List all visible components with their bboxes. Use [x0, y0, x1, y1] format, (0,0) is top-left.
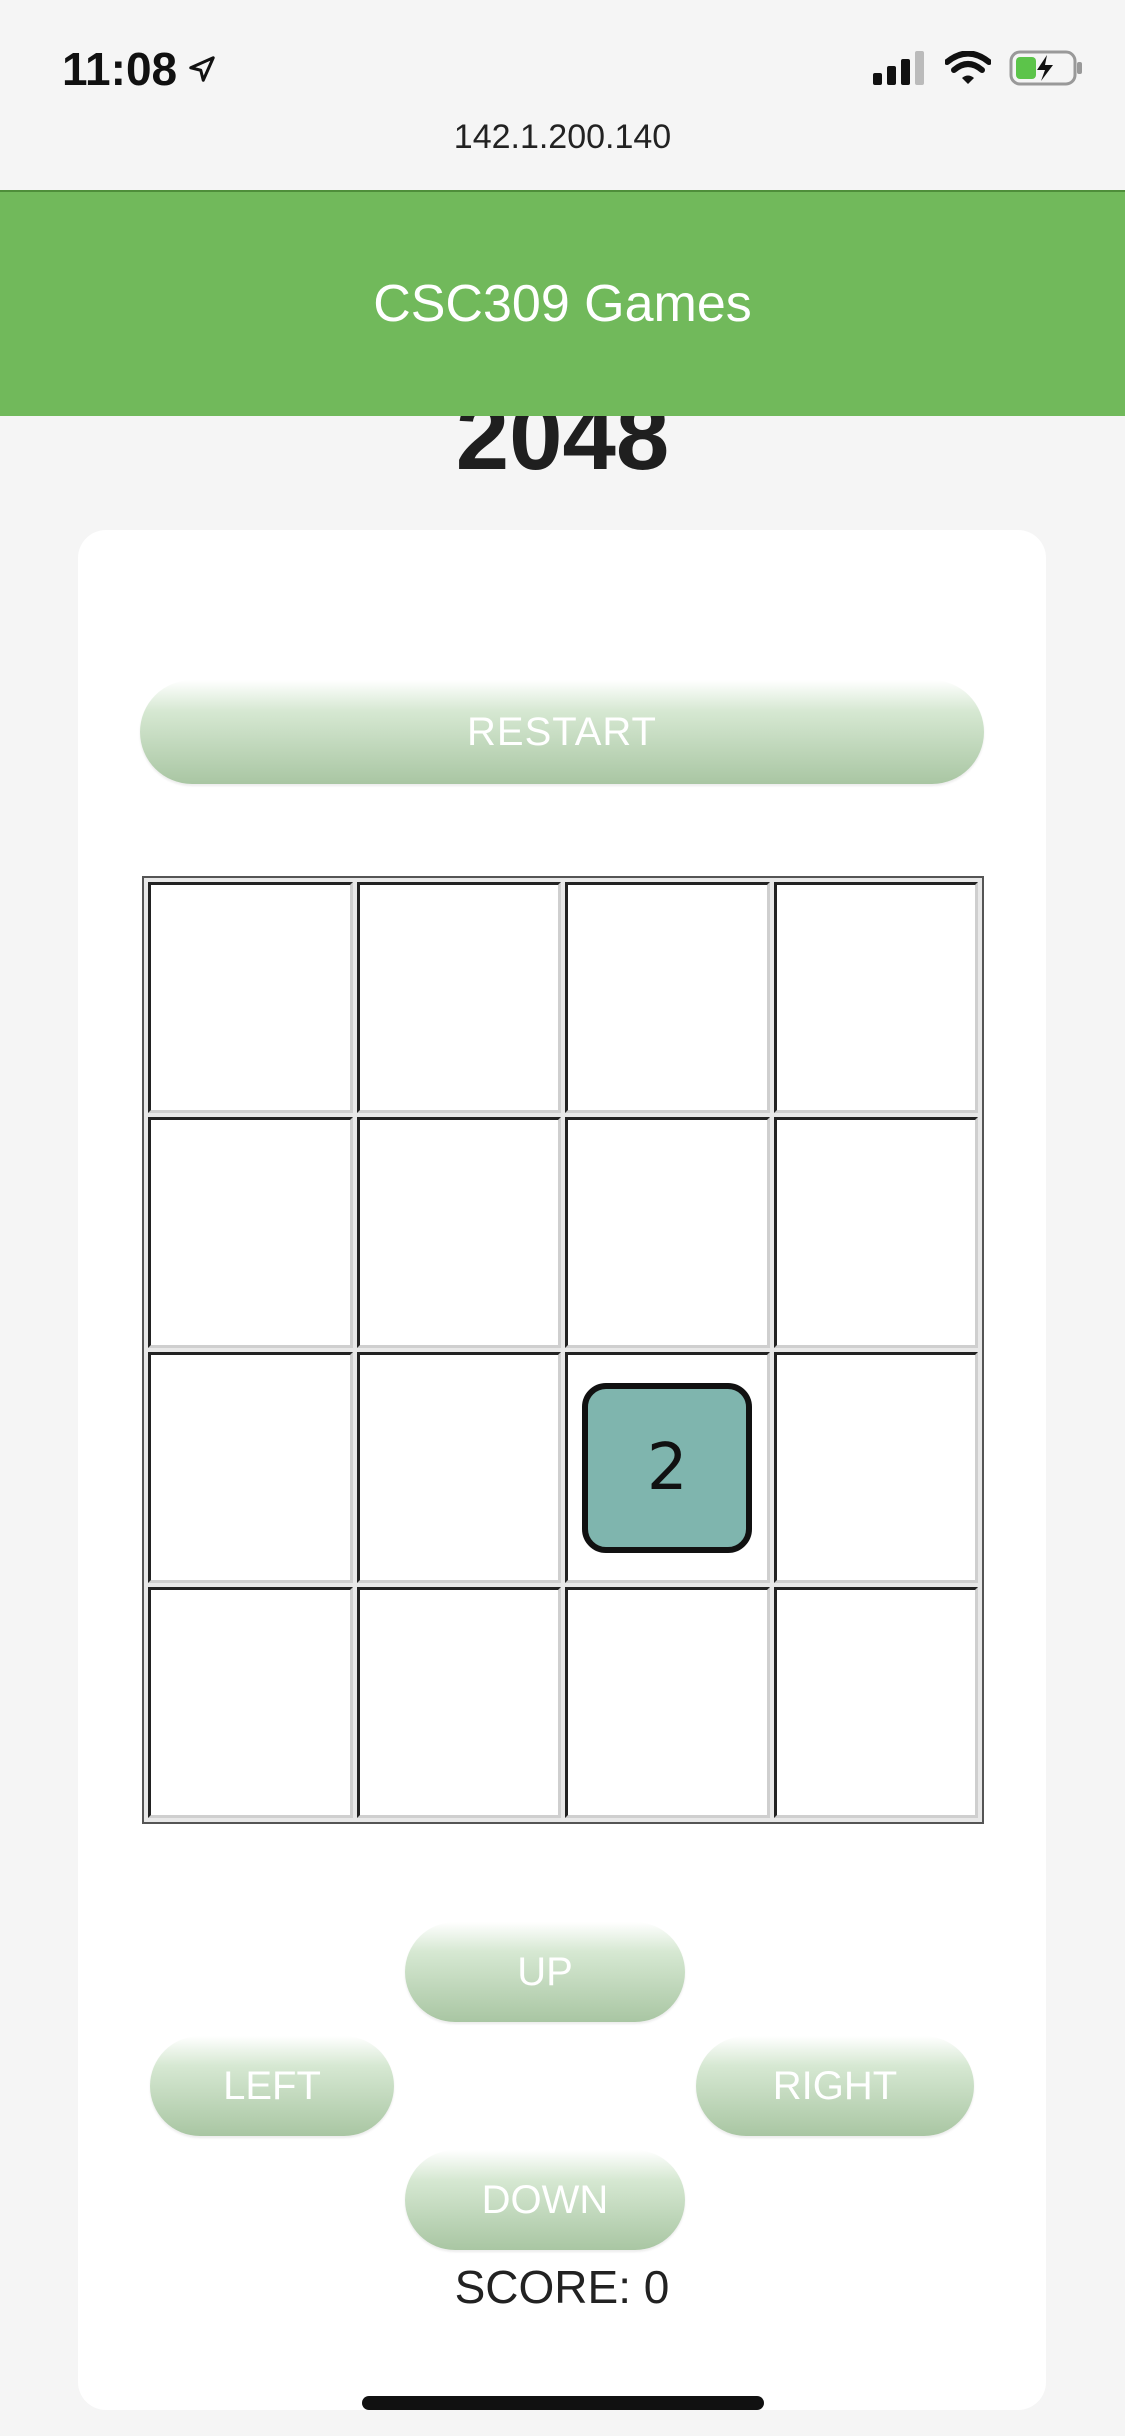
home-indicator	[362, 2396, 764, 2410]
location-arrow-icon	[189, 56, 215, 82]
restart-button[interactable]: RESTART	[140, 680, 984, 784]
tile: 2	[582, 1382, 753, 1553]
game-board: 2	[142, 876, 984, 1824]
battery-charging-icon	[1009, 50, 1082, 86]
board-cell	[148, 882, 353, 1113]
board-cell	[356, 1117, 561, 1348]
app-header-title: CSC309 Games	[373, 275, 752, 333]
wifi-icon	[945, 51, 991, 84]
board-cell	[356, 882, 561, 1113]
status-time: 11:08	[62, 42, 217, 96]
down-button[interactable]: DOWN	[405, 2150, 685, 2250]
status-icons	[873, 50, 1083, 86]
up-button[interactable]: UP	[405, 1922, 685, 2022]
app-header: CSC309 Games	[0, 192, 1125, 416]
board-cell: 2	[565, 1352, 770, 1583]
board-cell	[773, 1117, 978, 1348]
board-cell	[773, 1352, 978, 1583]
game-card: RESTART 2 UP LEFT RIGHT DOWN SCORE: 0	[78, 530, 1046, 2410]
score-label: SCORE: 0	[454, 2261, 670, 2313]
signal-icon	[873, 51, 924, 85]
board-cell	[773, 882, 978, 1113]
board-cell	[773, 1587, 978, 1818]
board-cell	[565, 1587, 770, 1818]
board-cell	[356, 1587, 561, 1818]
board-cell	[148, 1587, 353, 1818]
board-cell	[148, 1117, 353, 1348]
status-time-label: 11:08	[62, 43, 178, 95]
board-cell	[565, 1117, 770, 1348]
status-bar: 11:08 142.1.200.140	[0, 0, 1125, 156]
right-button[interactable]: RIGHT	[696, 2036, 974, 2136]
left-button[interactable]: LEFT	[150, 2036, 394, 2136]
url-bar[interactable]: 142.1.200.140	[0, 118, 1125, 157]
board-cell	[565, 882, 770, 1113]
board-cell	[356, 1352, 561, 1583]
board-cell	[148, 1352, 353, 1583]
